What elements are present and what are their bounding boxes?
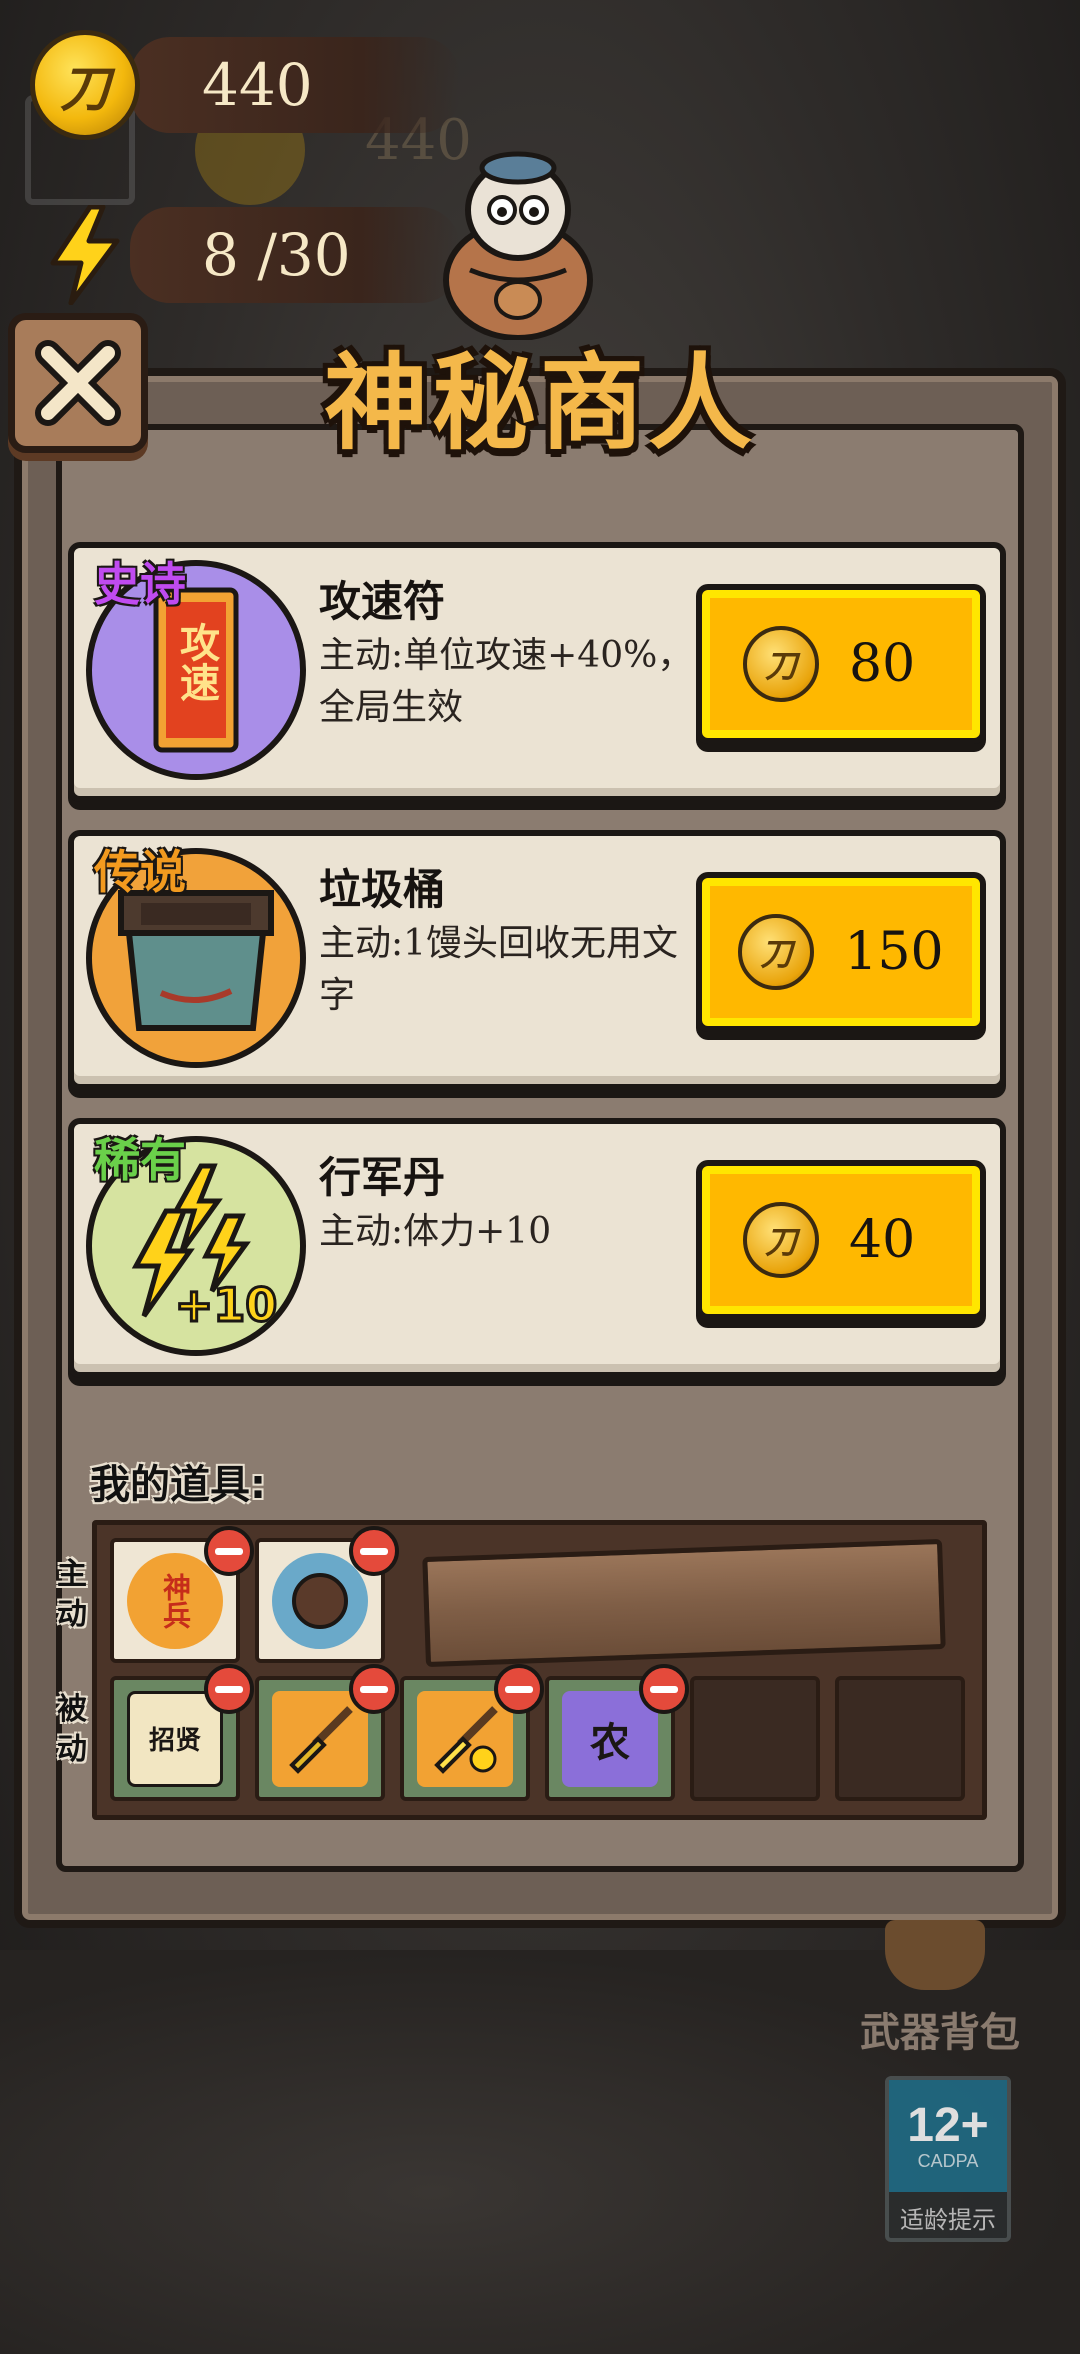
rarity-label: 稀有 [94, 1133, 186, 1187]
inventory-slot-passive[interactable] [255, 1664, 399, 1801]
inventory-slot-passive[interactable] [400, 1664, 544, 1801]
shop-item-card: +10 稀有 行军丹 主动:体力+10 刀 40 [68, 1118, 1006, 1378]
panel-title: 神秘商人 [323, 342, 756, 464]
close-button[interactable] [8, 313, 148, 453]
shop-item-card: 传说 垃圾桶 主动:1馒头回收无用文字 刀 150 [68, 830, 1006, 1090]
lightning-icon [30, 200, 140, 310]
remove-item-button[interactable] [204, 1664, 254, 1714]
inventory-slot-empty [690, 1676, 820, 1801]
item-description: 主动:体力+10 [319, 1211, 552, 1252]
age-rating-number: 12+ [907, 2098, 989, 2152]
weapon-bag-label[interactable]: 武器背包 [860, 2000, 1020, 2058]
inventory-slot-empty [835, 1676, 965, 1801]
close-icon [35, 340, 121, 426]
item-description: 主动:1馒头回收无用文字 [319, 923, 679, 1016]
coin-icon: 刀 [743, 626, 819, 702]
svg-text:攻速: 攻速 [173, 622, 220, 702]
active-row-label: 主动 [57, 1557, 87, 1632]
coin-icon: 刀 [743, 1202, 819, 1278]
age-rating-org: CADPA [917, 2150, 979, 2171]
remove-item-button[interactable] [349, 1526, 399, 1576]
energy-counter: 8 /30 [30, 200, 460, 310]
recruit-scroll-icon: 招贤 [127, 1690, 223, 1787]
farm-icon: 农 [562, 1690, 658, 1787]
rarity-label: 传说 [94, 845, 186, 899]
item-description: 主动:单位攻速+40%，全局生效 [319, 635, 694, 728]
buy-button[interactable]: 刀 80 [696, 584, 986, 744]
remove-item-button[interactable] [349, 1664, 399, 1714]
inventory-slot-passive[interactable]: 农 [545, 1664, 689, 1801]
coin-value: 440 [202, 51, 313, 119]
coin-icon: 刀 [738, 914, 815, 990]
price: 80 [849, 634, 916, 694]
remove-item-button[interactable] [204, 1526, 254, 1576]
svg-text:+10: +10 [175, 1278, 278, 1332]
age-rating-label: 适龄提示 [900, 2205, 996, 2234]
remove-item-button[interactable] [639, 1664, 689, 1714]
passive-row-label: 被动 [57, 1692, 87, 1767]
price: 40 [849, 1210, 916, 1270]
locked-slots-plank [422, 1538, 946, 1668]
inventory-slot-active[interactable] [255, 1526, 399, 1663]
item-name: 攻速符 [319, 577, 446, 626]
buy-button[interactable]: 刀 150 [696, 872, 986, 1032]
weapon-bag-icon[interactable] [885, 1920, 985, 1990]
inventory-slot-active[interactable]: 神兵 [110, 1526, 254, 1663]
bomb-pot-icon [272, 1552, 368, 1649]
rarity-label: 史诗 [94, 557, 186, 611]
item-name: 垃圾桶 [319, 865, 446, 914]
inventory-slot-passive[interactable]: 招贤 [110, 1664, 254, 1801]
price: 150 [844, 922, 944, 982]
energy-value: 8 /30 [202, 221, 351, 289]
coin-counter: 刀 440 [30, 30, 460, 140]
remove-item-button[interactable] [494, 1664, 544, 1714]
shovel-icon [272, 1690, 368, 1787]
buy-button[interactable]: 刀 40 [696, 1160, 986, 1320]
coin-icon: 刀 [30, 30, 140, 140]
divine-soldier-icon: 神兵 [127, 1552, 223, 1649]
item-name: 行军丹 [319, 1153, 446, 1202]
shop-item-card: 攻速 史诗 攻速符 主动:单位攻速+40%，全局生效 刀 80 [68, 542, 1006, 802]
golden-shovel-icon [417, 1690, 513, 1787]
age-rating-badge: 12+ CADPA 适龄提示 [885, 2076, 1011, 2242]
merchant-character-icon [430, 140, 605, 341]
my-items-label: 我的道具: [90, 1462, 266, 1508]
